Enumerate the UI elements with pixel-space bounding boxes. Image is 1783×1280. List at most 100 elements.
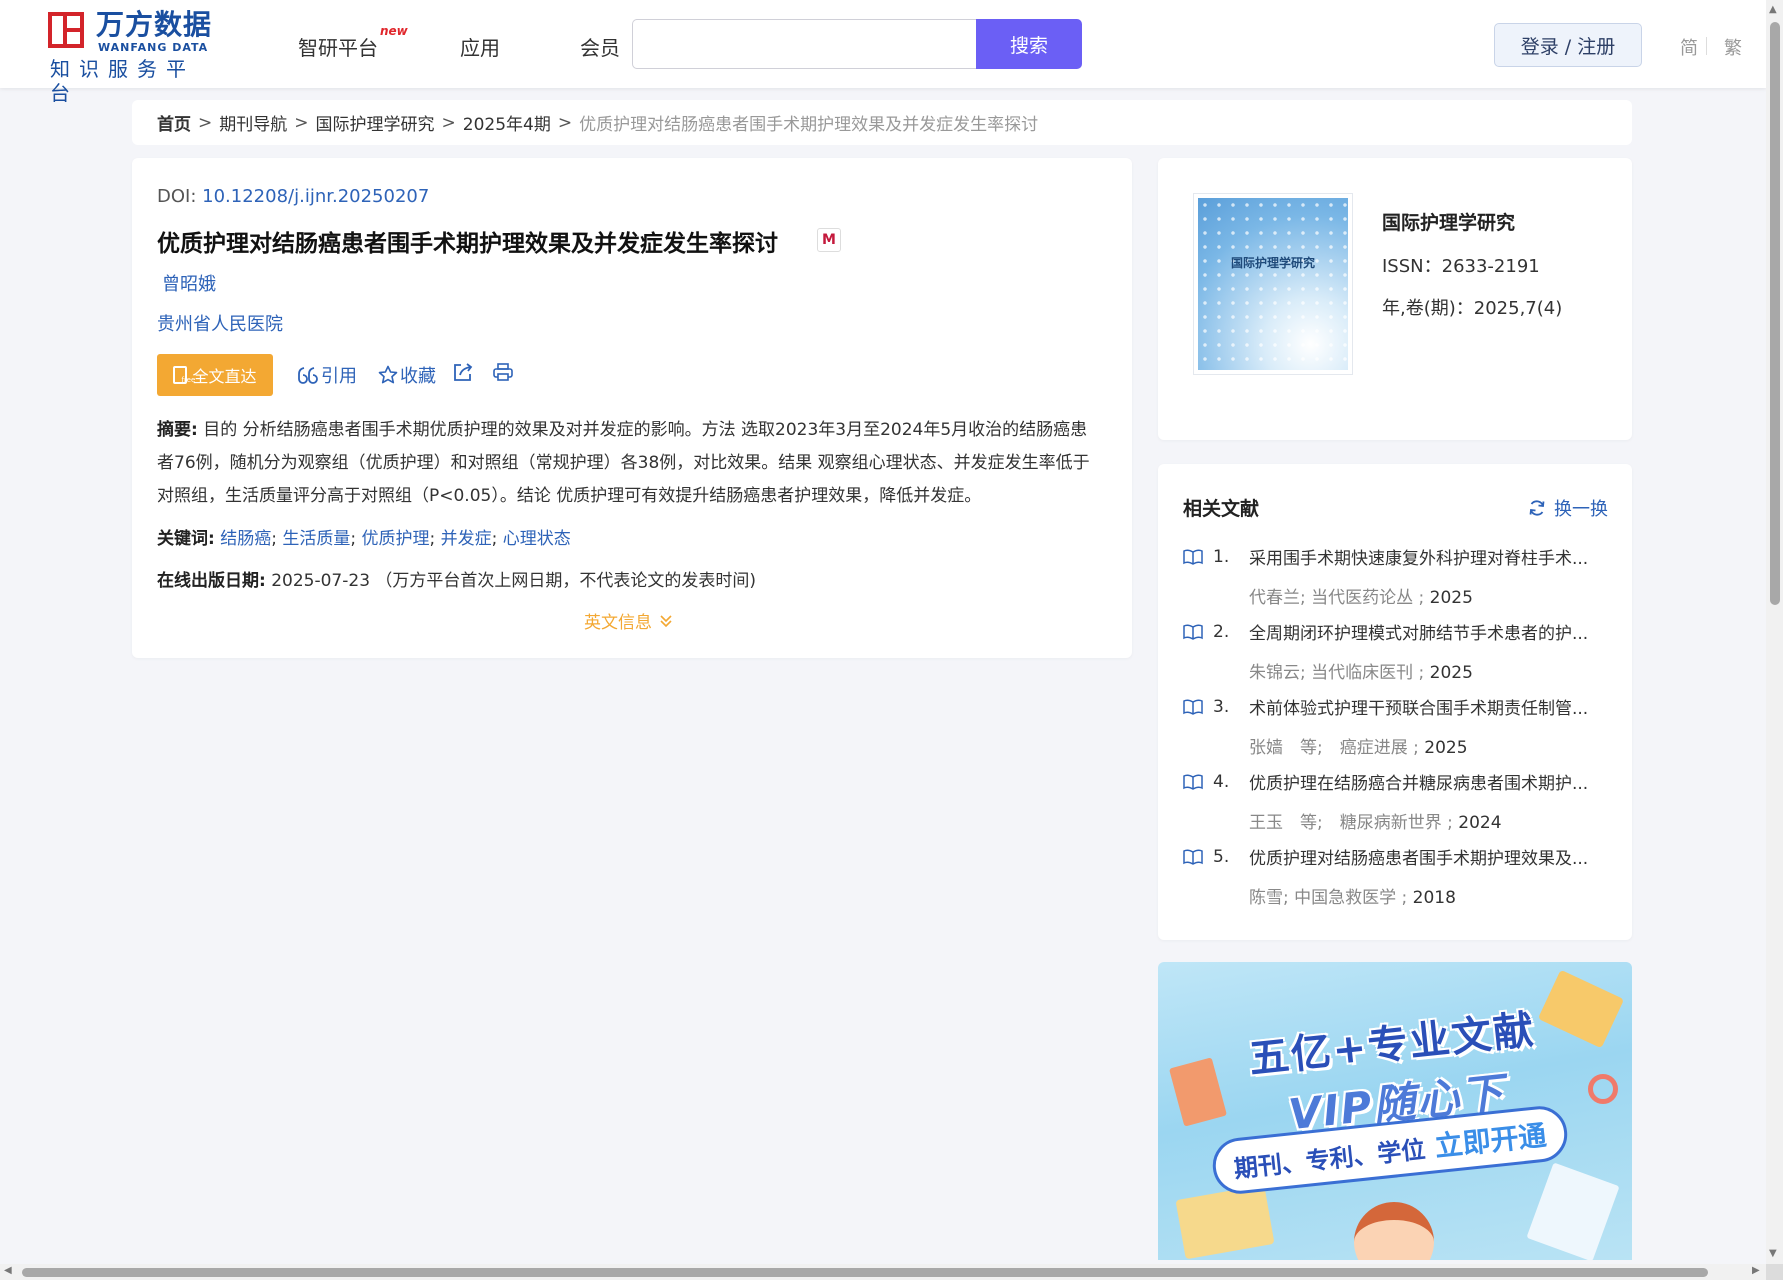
related-year: 2024 <box>1458 813 1502 833</box>
search-input[interactable] <box>633 20 976 68</box>
top-header: 万方数据 WANFANG DATA 知识服务平台 智研平台 new 应用 会员 … <box>0 0 1766 105</box>
related-source: 代春兰; 当代医药论丛 ; <box>1249 588 1425 608</box>
nav-apps[interactable]: 应用 <box>460 32 500 61</box>
abstract-label: 摘要: <box>157 420 198 440</box>
mendeley-icon[interactable]: M <box>817 228 841 252</box>
star-icon <box>378 365 398 384</box>
related-title: 优质护理对结肠癌患者围手术期护理效果及... <box>1249 849 1589 869</box>
doi-link[interactable]: 10.12208/j.ijnr.20250207 <box>202 186 429 207</box>
collect-label: 收藏 <box>400 366 436 387</box>
keywords-row: 关键词: 结肠癌; 生活质量; 优质护理; 并发症; 心理状态 <box>157 529 571 549</box>
related-item: 4. 优质护理在结肠癌合并糖尿病患者围术期护... 王玉 等; 糖尿病新世界 ;… <box>1183 769 1613 833</box>
related-num: 5. <box>1213 846 1230 867</box>
logo-cn-text: 万方数据 <box>96 8 213 41</box>
related-item-link[interactable]: 1. 采用围手术期快速康复外科护理对脊柱手术... <box>1183 544 1613 569</box>
related-meta: 张嫱 等; 癌症进展 ; 2025 <box>1249 733 1613 758</box>
book-icon <box>1183 848 1203 865</box>
login-register-button[interactable]: 登录 / 注册 <box>1494 23 1642 67</box>
related-num: 2. <box>1213 621 1230 642</box>
logo-en-text: WANFANG DATA <box>98 41 209 54</box>
related-title: 优质护理在结肠癌合并糖尿病患者围术期护... <box>1249 774 1589 794</box>
horizontal-scrollbar[interactable]: ◀ ▶ <box>0 1264 1766 1280</box>
related-num: 1. <box>1213 546 1230 567</box>
breadcrumb: 首页 > 期刊导航 > 国际护理学研究 > 2025年4期 > 优质护理对结肠癌… <box>132 100 1632 145</box>
keyword-link[interactable]: 心理状态 <box>503 529 571 549</box>
keyword-link[interactable]: 生活质量 <box>282 529 350 549</box>
double-chevron-down-icon <box>660 614 672 627</box>
related-item-link[interactable]: 5. 优质护理对结肠癌患者围手术期护理效果及... <box>1183 844 1613 869</box>
breadcrumb-journal-nav[interactable]: 期刊导航 <box>219 110 287 135</box>
related-item-link[interactable]: 2. 全周期闭环护理模式对肺结节手术患者的护... <box>1183 619 1613 644</box>
pubdate-note: （万方平台首次上网日期，不代表论文的发表时间) <box>375 571 757 591</box>
breadcrumb-separator: > <box>198 112 213 133</box>
breadcrumb-separator: > <box>294 112 309 133</box>
fulltext-label: 全文直达 <box>192 367 257 386</box>
nav-zhiyan-platform[interactable]: 智研平台 <box>298 32 378 61</box>
related-item: 3. 术前体验式护理干预联合围手术期责任制管... 张嫱 等; 癌症进展 ; 2… <box>1183 694 1613 758</box>
breadcrumb-issue[interactable]: 2025年4期 <box>463 110 551 135</box>
refresh-button[interactable]: 换一换 <box>1528 495 1608 521</box>
wanfang-logo[interactable]: 万方数据 WANFANG DATA 知识服务平台 <box>48 8 218 105</box>
journal-cover[interactable]: 国际护理学研究 <box>1193 193 1353 375</box>
related-item: 5. 优质护理对结肠癌患者围手术期护理效果及... 陈雪; 中国急救医学 ; 2… <box>1183 844 1613 908</box>
nav-membership[interactable]: 会员 <box>580 32 620 61</box>
share-icon <box>454 363 473 381</box>
related-item: 2. 全周期闭环护理模式对肺结节手术患者的护... 朱锦云; 当代临床医刊 ; … <box>1183 619 1613 683</box>
breadcrumb-separator: > <box>557 112 573 133</box>
scroll-left-icon[interactable]: ◀ <box>4 1265 12 1276</box>
fulltext-button[interactable]: 全文直达 <box>157 354 273 396</box>
quote-icon <box>298 367 318 384</box>
free-doc-icon <box>173 366 195 384</box>
related-num: 4. <box>1213 771 1230 792</box>
lang-divider <box>1706 37 1707 55</box>
vertical-scroll-thumb[interactable] <box>1770 22 1780 605</box>
book-illustration <box>1168 1057 1228 1127</box>
related-title: 全周期闭环护理模式对肺结节手术患者的护... <box>1249 624 1589 644</box>
refresh-label: 换一换 <box>1554 499 1608 520</box>
keyword-link[interactable]: 结肠癌 <box>220 529 271 549</box>
search-button[interactable]: 搜索 <box>976 19 1082 69</box>
ring-illustration <box>1588 1074 1618 1104</box>
lang-traditional[interactable]: 繁 <box>1724 34 1742 60</box>
author-link[interactable]: 曾昭娥 <box>162 270 216 296</box>
doi-row: DOI: 10.12208/j.ijnr.20250207 <box>157 186 429 207</box>
breadcrumb-journal[interactable]: 国际护理学研究 <box>316 110 435 135</box>
related-source: 张嫱 等; 癌症进展 ; <box>1249 738 1419 758</box>
share-button[interactable] <box>452 362 474 382</box>
related-meta: 陈雪; 中国急救医学 ; 2018 <box>1249 883 1613 908</box>
keyword-link[interactable]: 优质护理 <box>362 529 430 549</box>
scroll-down-icon[interactable]: ▼ <box>1769 1248 1777 1259</box>
journal-name[interactable]: 国际护理学研究 <box>1382 208 1515 235</box>
cite-button[interactable]: 引用 <box>297 362 357 388</box>
scrollbar-corner <box>1766 1264 1783 1280</box>
pubdate-value: 2025-07-23 <box>271 571 371 591</box>
doi-label: DOI: <box>157 186 197 207</box>
scroll-up-icon[interactable]: ▲ <box>1769 4 1777 15</box>
vertical-scrollbar[interactable]: ▲ ▼ <box>1766 0 1783 1264</box>
keywords-label: 关键词: <box>157 529 215 549</box>
print-button[interactable] <box>492 362 514 382</box>
scroll-right-icon[interactable]: ▶ <box>1752 1265 1760 1276</box>
related-meta: 朱锦云; 当代临床医刊 ; 2025 <box>1249 658 1613 683</box>
related-title: 术前体验式护理干预联合围手术期责任制管... <box>1249 699 1589 719</box>
horizontal-scroll-thumb[interactable] <box>22 1268 1708 1277</box>
related-meta: 代春兰; 当代医药论丛 ; 2025 <box>1249 583 1613 608</box>
lang-simplified[interactable]: 简 <box>1680 34 1698 60</box>
keyword-link[interactable]: 并发症 <box>441 529 492 549</box>
english-info-label: 英文信息 <box>584 613 652 633</box>
cite-label: 引用 <box>321 366 357 387</box>
print-icon <box>493 363 513 381</box>
cover-title: 国际护理学研究 <box>1230 256 1315 270</box>
collect-button[interactable]: 收藏 <box>378 362 436 388</box>
breadcrumb-home[interactable]: 首页 <box>157 110 191 135</box>
english-info-toggle[interactable]: 英文信息 <box>584 608 674 633</box>
vip-promo-banner[interactable]: 五亿+专业文献 VIP随心下 期刊、专利、学位 立即开通 <box>1158 962 1632 1260</box>
abstract-text: 目的 分析结肠癌患者围手术期优质护理的效果及对并发症的影响。方法 选取2023年… <box>157 420 1090 506</box>
related-year: 2025 <box>1429 588 1473 608</box>
journal-issn: ISSN：2633-2191 <box>1382 256 1540 277</box>
organization-link[interactable]: 贵州省人民医院 <box>157 310 283 336</box>
related-source: 陈雪; 中国急救医学 ; <box>1249 888 1408 908</box>
related-item-link[interactable]: 4. 优质护理在结肠癌合并糖尿病患者围术期护... <box>1183 769 1613 794</box>
abstract-block: 摘要: 目的 分析结肠癌患者围手术期优质护理的效果及对并发症的影响。方法 选取2… <box>157 414 1102 513</box>
related-item-link[interactable]: 3. 术前体验式护理干预联合围手术期责任制管... <box>1183 694 1613 719</box>
